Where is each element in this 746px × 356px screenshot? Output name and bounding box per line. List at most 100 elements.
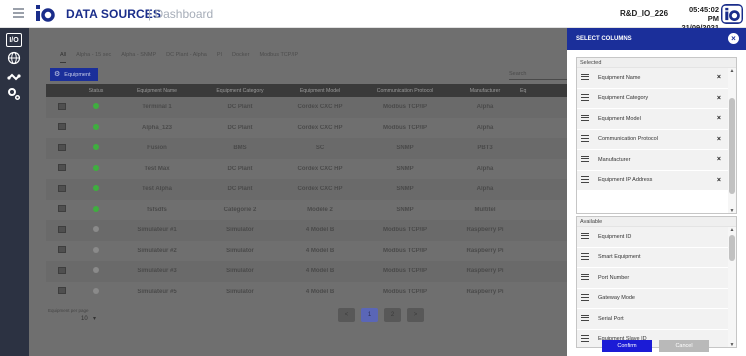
remove-column-icon[interactable]: × (717, 74, 721, 81)
add-equipment-button[interactable]: ⚙ Equipment (50, 68, 98, 81)
table-row[interactable]: Simulateur #1 Simulator 4 Model B Modbus TC… (46, 220, 567, 241)
drag-handle-icon[interactable] (581, 94, 589, 102)
remove-column-icon[interactable]: × (717, 156, 721, 163)
column-item[interactable]: Gateway Mode (577, 288, 729, 309)
table-row[interactable]: Simulateur #3 Simulator 4 Model B Modbus TC… (46, 261, 567, 282)
row-select-icon[interactable] (58, 266, 66, 274)
drag-handle-icon[interactable] (581, 273, 589, 282)
scroll-down-icon[interactable]: ▼ (728, 208, 736, 213)
remove-column-icon[interactable]: × (717, 115, 721, 122)
tab-all[interactable]: All (60, 52, 67, 63)
drag-handle-icon[interactable] (581, 135, 589, 143)
drag-handle-icon[interactable] (581, 335, 589, 343)
row-select-icon[interactable] (58, 123, 66, 131)
col-header-model[interactable]: Equipment Model (280, 88, 360, 94)
row-select-icon[interactable] (58, 184, 66, 192)
status-cell (78, 185, 114, 193)
column-item[interactable]: Serial Port (577, 309, 729, 330)
tab-alpha-snmp[interactable]: Alpha - SNMP (121, 52, 156, 63)
close-icon[interactable]: × (728, 33, 739, 44)
drag-handle-icon[interactable] (581, 155, 589, 164)
tab-modbus[interactable]: Modbus TCP/IP (259, 52, 298, 63)
remove-column-icon[interactable]: × (717, 177, 721, 184)
drag-handle-icon[interactable] (581, 294, 589, 302)
row-select-icon[interactable] (58, 287, 66, 295)
selected-scrollbar[interactable]: ▲ ▼ (728, 68, 736, 213)
column-item-label: Port Number (598, 274, 630, 281)
remove-column-icon[interactable]: × (717, 95, 721, 102)
scroll-thumb[interactable] (729, 235, 735, 261)
col-header-overflow[interactable]: Eq (520, 88, 567, 94)
row-select-icon[interactable] (58, 143, 66, 151)
table-row[interactable]: Alpha_123 DC Plant Cordex CXC HP Modbus TCP… (46, 118, 567, 139)
table-row[interactable]: Fusion BMS SC SNMP PBT3 (46, 138, 567, 159)
user-name[interactable]: R&D_IO_226 (620, 9, 668, 18)
row-select-icon[interactable] (58, 225, 66, 233)
selected-columns-list: Equipment Name × Equipment Category × Equipm… (577, 68, 736, 191)
status-dot (93, 287, 99, 294)
page-2-button[interactable]: 2 (384, 308, 401, 322)
column-item[interactable]: Equipment IP Address × (577, 170, 729, 191)
scroll-thumb[interactable] (729, 98, 735, 194)
tab-alpha-15-sec[interactable]: Alpha - 15 sec (76, 52, 111, 63)
row-select-icon[interactable] (58, 205, 66, 213)
column-item[interactable]: Equipment ID (577, 227, 729, 248)
table-row[interactable]: fsfsdfs Catégorie 2 Modèle 2 SNMP Multitel (46, 200, 567, 221)
drag-handle-icon[interactable] (581, 253, 589, 261)
io-icon[interactable]: I/O (6, 33, 22, 47)
cancel-button[interactable]: Cancel (659, 340, 709, 352)
tab-docker[interactable]: Docker (232, 52, 249, 63)
table-header: Status Equipment Name Equipment Category… (46, 84, 567, 97)
column-item[interactable]: Equipment Category × (577, 88, 729, 109)
drag-handle-icon[interactable] (581, 176, 589, 184)
column-item[interactable]: Communication Protocol × (577, 129, 729, 150)
column-item[interactable]: Port Number (577, 268, 729, 289)
confirm-button[interactable]: Confirm (602, 340, 652, 352)
drag-handle-icon[interactable] (581, 232, 589, 241)
equipment-model-cell: 4 Model B (305, 288, 335, 295)
main-content: All Alpha - 15 sec Alpha - SNMP DC Plant… (29, 28, 567, 356)
col-header-protocol[interactable]: Communication Protocol (360, 88, 450, 94)
column-item[interactable]: Manufacturer × (577, 150, 729, 171)
table-row[interactable]: Test Alpha DC Plant Cordex CXC HP SNMP Alpha (46, 179, 567, 200)
column-item[interactable]: Smart Equipment (577, 247, 729, 268)
column-item[interactable]: Equipment Name × (577, 68, 729, 89)
table-row[interactable]: Terminal 1 DC Plant Cordex CXC HP Modbus TC… (46, 97, 567, 118)
drag-handle-icon[interactable] (581, 73, 589, 82)
settings-icon[interactable] (6, 87, 22, 101)
search-input[interactable]: Search (509, 71, 567, 80)
network-icon[interactable] (6, 70, 22, 84)
equipment-category-cell: Simulator (226, 268, 254, 275)
tab-pi[interactable]: PI (217, 52, 222, 63)
table-row[interactable]: Simulateur #2 Simulator 4 Model B Modbus TC… (46, 241, 567, 262)
page-1-button[interactable]: 1 (361, 308, 378, 322)
prev-page-button[interactable]: < (338, 308, 355, 322)
col-header-name[interactable]: Equipment Name (114, 88, 200, 94)
status-cell (78, 164, 114, 173)
row-select-icon[interactable] (58, 246, 66, 254)
row-select-icon[interactable] (58, 164, 66, 172)
next-page-button[interactable]: > (407, 308, 424, 322)
hamburger-menu-icon[interactable] (13, 8, 24, 18)
per-page-select[interactable]: 10 (81, 316, 88, 322)
row-select-cell (46, 205, 78, 214)
chevron-down-icon[interactable]: ▾ (93, 315, 96, 322)
globe-icon[interactable] (6, 51, 22, 65)
column-item[interactable]: Equipment Model × (577, 109, 729, 130)
remove-column-icon[interactable]: × (717, 136, 721, 143)
drag-handle-icon[interactable] (581, 114, 589, 123)
scroll-up-icon[interactable]: ▲ (728, 227, 736, 233)
tab-dc-plant-alpha[interactable]: DC Plant - Alpha (166, 52, 207, 63)
equipment-name-cell: Simulateur #3 (137, 268, 177, 275)
col-header-manufacturer[interactable]: Manufacturer (450, 88, 520, 94)
table-row[interactable]: Simulateur #5 Simulator 4 Model B Modbus TC… (46, 282, 567, 303)
column-item-label: Smart Equipment (598, 254, 641, 261)
drag-handle-icon[interactable] (581, 314, 589, 323)
table-row[interactable]: Test Max DC Plant Cordex CXC HP SNMP Alpha (46, 159, 567, 180)
top-bar: DATA SOURCES | Dashboard R&D_IO_226 05:4… (0, 0, 746, 32)
col-header-category[interactable]: Equipment Category (200, 88, 280, 94)
scroll-up-icon[interactable]: ▲ (728, 68, 736, 74)
row-select-icon[interactable] (58, 102, 66, 110)
col-header-status[interactable]: Status (78, 88, 114, 94)
available-scrollbar[interactable]: ▲ ▼ (728, 227, 736, 347)
